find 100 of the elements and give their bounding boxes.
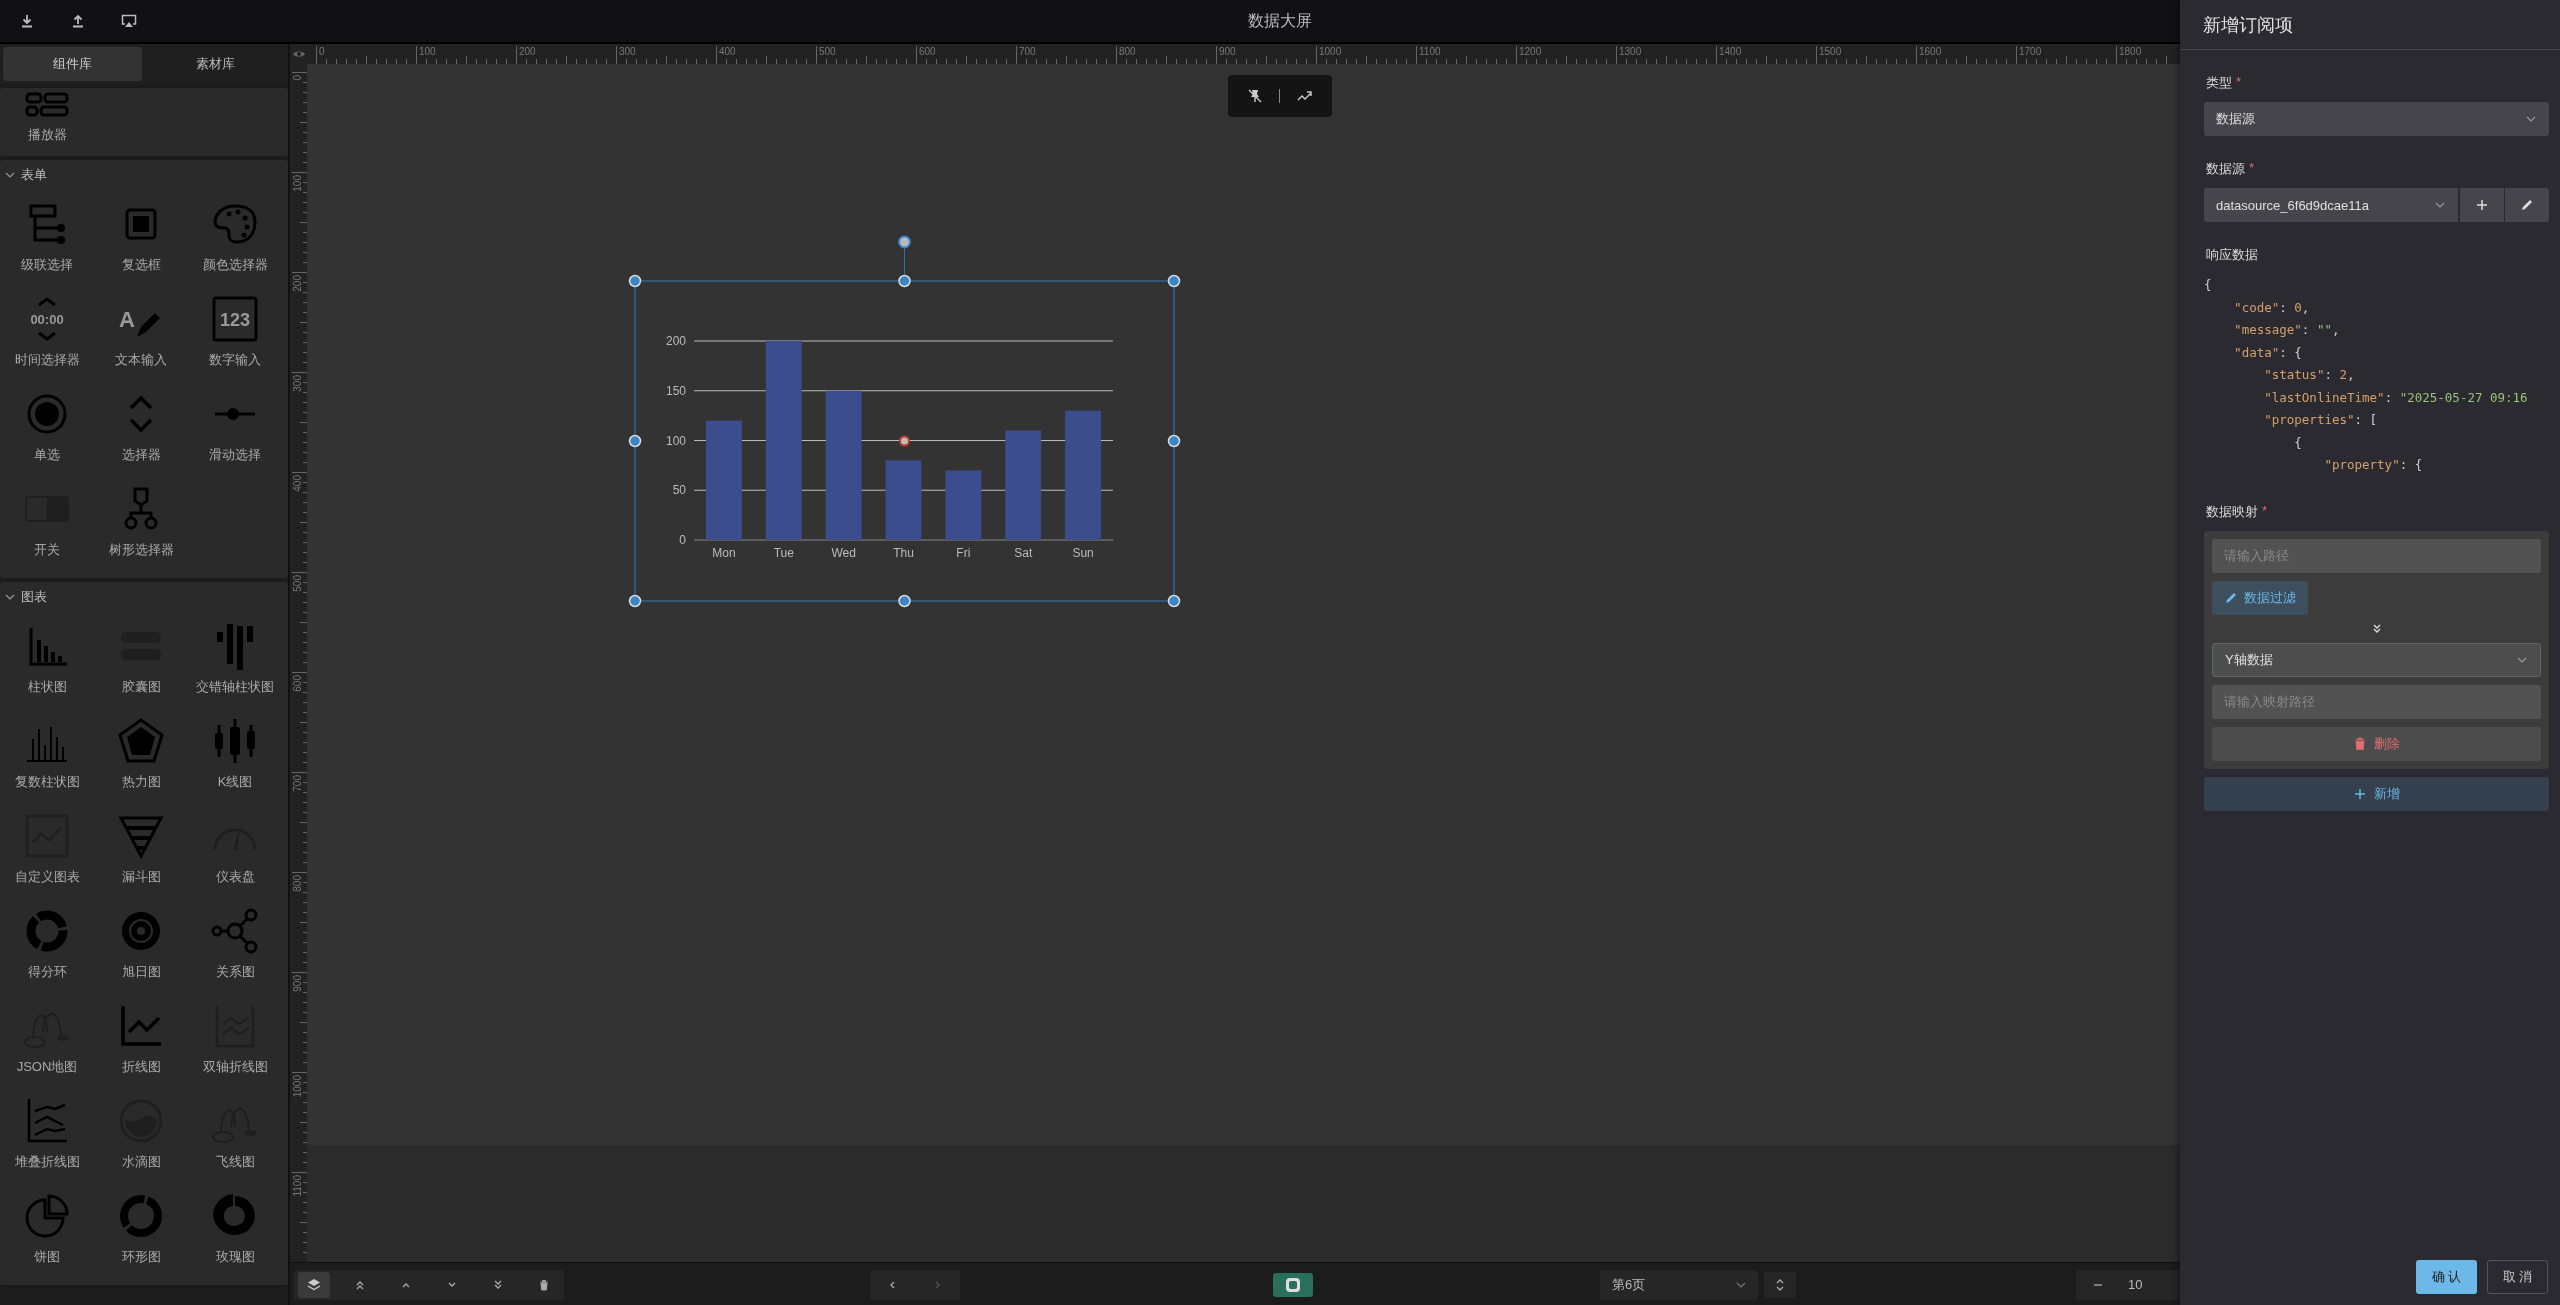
field-label: 响应数据 [2206,246,2258,264]
component-item[interactable]: 123 数字输入 [188,287,282,382]
center-point[interactable] [899,435,910,447]
y-tick-label: 50 [672,483,686,498]
component-item[interactable]: 堆叠折线图 [0,1089,94,1184]
component-item[interactable]: 漏斗图 [94,804,188,899]
component-item[interactable]: 仪表盘 [188,804,282,899]
group-header[interactable]: 图表 [0,582,288,612]
ring-icon [117,1192,165,1240]
up-down-icon[interactable] [1764,1271,1796,1298]
field-label: 数据映射 [2206,502,2258,521]
component-item[interactable]: 得分环 [0,899,94,994]
component-item[interactable]: 饼图 [0,1184,94,1279]
vertical-ruler: 0 100 200 300 400 500 600 700 800 900 1000 1100 [290,64,307,1262]
bar [945,470,982,540]
code-line: { [2204,276,2212,294]
code-line: "message": "", [2233,321,2340,339]
x-tick-label: Sun [1072,546,1094,560]
resize-handle[interactable] [898,274,911,288]
y-tick-label: 150 [665,383,686,398]
component-item[interactable]: A 文本输入 [94,287,188,382]
page-title: 数据大屏 [1248,10,1312,31]
component-item[interactable]: 播放器 [0,88,94,156]
x-tick-label: Fri [956,546,971,560]
field-label: 数据源 [2206,160,2245,178]
panel-title: 新增订阅项 [2180,0,2560,50]
resize-handle[interactable] [1167,594,1181,608]
y-tick-label: 100 [665,433,686,448]
component-item[interactable]: 选择器 [94,382,188,477]
library-tab[interactable]: 组件库 [3,47,142,81]
required-mark: * [2262,502,2268,520]
library-tab[interactable]: 素材库 [146,47,285,81]
required-mark: * [2236,74,2242,91]
component-item[interactable]: 柱状图 [0,614,94,709]
component-item[interactable]: 折线图 [94,994,188,1089]
cancel-button[interactable]: 取 消 [2487,1260,2548,1294]
component-item[interactable]: 自定义图表 [0,804,94,899]
type-select[interactable]: 数据源 [2204,102,2549,136]
resize-handle[interactable] [898,594,911,608]
filter-button[interactable]: 数据过滤 [2212,580,2308,615]
component-item[interactable]: JSON地图 [0,994,94,1089]
component-item[interactable]: 开关 [0,477,94,572]
group-header[interactable]: 表单 [0,160,288,190]
x-tick-label: Wed [831,546,856,560]
preview-toggle-icon[interactable] [1273,1272,1313,1297]
rotate-handle[interactable] [898,235,911,249]
y-tick-label: 0 [679,533,686,547]
page-select[interactable]: 第6页 [1600,1269,1758,1300]
x-tick-label: Tue [773,546,794,560]
code-line: "data": { [2233,343,2302,362]
pentagon-icon [117,717,165,765]
resize-handle[interactable] [628,274,642,288]
field-label: 类型 [2206,74,2232,92]
resize-handle[interactable] [628,594,642,608]
layers-icon[interactable] [298,1271,330,1298]
resize-handle[interactable] [1167,274,1181,288]
component-item[interactable]: 关系图 [188,899,282,994]
component-item[interactable]: 环形图 [94,1184,188,1279]
code-line: "code": 0, [2233,298,2310,317]
add-button[interactable]: 新增 [2204,776,2549,811]
pencil-icon [2224,590,2238,605]
code-line: "status": 2, [2263,366,2355,384]
axis-select[interactable]: Y轴数据 [2212,642,2541,677]
code-line: "property": { [2323,456,2423,474]
component-item[interactable]: 滑动选择 [188,382,282,477]
required-mark: * [2249,160,2255,177]
zoom-value: 10 [2128,1277,2143,1292]
component-item[interactable]: 单选 [0,382,94,477]
component-item[interactable]: 级联选择 [0,192,94,287]
screen-icon[interactable] [120,12,138,30]
resize-handle[interactable] [1167,434,1181,448]
pie-icon [23,1192,71,1240]
component-item[interactable]: 交错轴柱状图 [188,614,282,709]
chevron-icon [5,170,15,180]
component-item[interactable]: 00:00 时间选择器 [0,287,94,382]
trash-icon [2353,737,2366,750]
code-line: { [2293,433,2302,452]
x-tick-label: Thu [893,546,914,560]
component-item[interactable]: 复选框 [94,192,188,287]
component-item[interactable]: 胶囊图 [94,614,188,709]
code-line: "lastOnlineTime": "2025-05-27 09:16 [2263,388,2528,407]
component-item[interactable]: 颜色选择器 [188,192,282,287]
component-item[interactable]: 飞线图 [188,1089,282,1184]
component-item[interactable]: 复数柱状图 [0,709,94,804]
component-item[interactable]: 热力图 [94,709,188,804]
component-item[interactable]: 水滴图 [94,1089,188,1184]
x-tick-label: Sat [1014,546,1033,560]
resize-handle[interactable] [628,434,642,448]
network-icon [211,907,259,955]
y-tick-label: 200 [665,334,686,348]
x-tick-label: Mon [712,546,736,560]
component-item[interactable]: 双轴折线图 [188,994,282,1089]
plus-icon [2353,787,2366,800]
chevron-icon [5,592,15,602]
component-item[interactable]: K线图 [188,709,282,804]
component-item[interactable]: 旭日图 [94,899,188,994]
component-item[interactable]: 树形选择器 [94,477,188,572]
datasource-select[interactable]: datasource_6f6d9dcae11a [2204,188,2459,222]
component-item[interactable]: 玫瑰图 [188,1184,282,1279]
confirm-button[interactable]: 确 认 [2416,1260,2477,1294]
